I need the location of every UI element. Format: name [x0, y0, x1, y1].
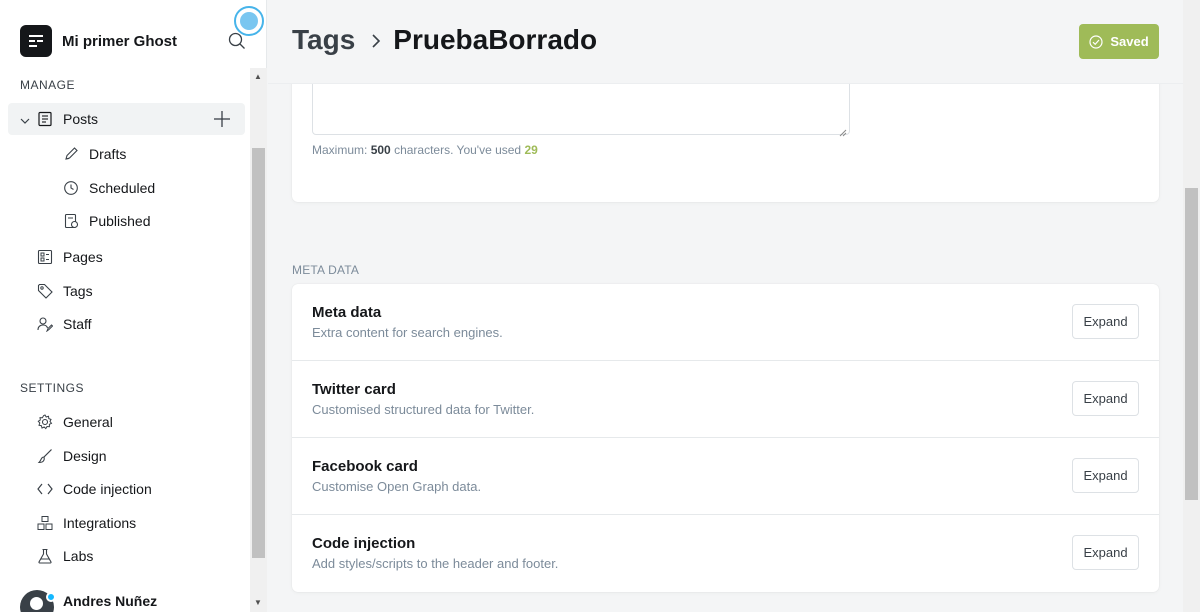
- sidebar-item-label: Pages: [63, 249, 103, 265]
- sidebar-item-label: Scheduled: [89, 180, 156, 196]
- breadcrumb: Tags PruebaBorrado: [292, 24, 597, 56]
- saved-button[interactable]: Saved: [1079, 24, 1159, 59]
- sidebar-item-pages[interactable]: Pages: [8, 241, 245, 273]
- scroll-down-icon[interactable]: ▼: [254, 598, 262, 607]
- expand-button[interactable]: Expand: [1072, 458, 1139, 493]
- meta-row-metadata: Meta data Extra content for search engin…: [292, 284, 1159, 361]
- sidebar-item-integrations[interactable]: Integrations: [8, 507, 245, 539]
- sidebar-item-published[interactable]: Published: [8, 205, 245, 237]
- published-icon: [62, 212, 80, 230]
- sidebar-item-tags[interactable]: Tags: [8, 275, 245, 307]
- add-post-icon[interactable]: [213, 110, 231, 131]
- scroll-up-icon[interactable]: ▲: [254, 72, 262, 81]
- integrations-icon: [36, 514, 54, 532]
- meta-row-code-injection: Code injection Add styles/scripts to the…: [292, 515, 1159, 592]
- sidebar: Mi primer Ghost MANAGE Posts Drafts Sche…: [0, 0, 267, 612]
- sidebar-item-design[interactable]: Design: [8, 440, 245, 472]
- sidebar-item-label: Labs: [63, 548, 94, 564]
- check-circle-icon: [1089, 34, 1103, 49]
- sidebar-item-label: General: [63, 414, 113, 430]
- chevron-right-icon: [369, 33, 383, 48]
- manage-section-title: MANAGE: [20, 78, 76, 92]
- avatar: [20, 590, 56, 612]
- meta-row-twitter: Twitter card Customised structured data …: [292, 361, 1159, 438]
- sidebar-item-label: Design: [63, 448, 107, 464]
- sidebar-item-staff[interactable]: Staff: [8, 308, 245, 340]
- sidebar-item-label: Drafts: [89, 146, 127, 162]
- main-scrollbar[interactable]: [1183, 0, 1200, 612]
- brush-icon: [36, 447, 54, 465]
- resize-grip-icon[interactable]: [839, 124, 847, 137]
- meta-row-facebook: Facebook card Customise Open Graph data.…: [292, 438, 1159, 515]
- page-header: Tags PruebaBorrado Saved: [268, 0, 1183, 84]
- posts-icon: [36, 110, 54, 128]
- breadcrumb-root[interactable]: Tags: [292, 24, 355, 56]
- status-dot: [46, 592, 56, 602]
- sidebar-item-label: Code injection: [63, 481, 152, 497]
- brand[interactable]: Mi primer Ghost: [20, 25, 177, 57]
- tag-icon: [36, 282, 54, 300]
- expand-button[interactable]: Expand: [1072, 381, 1139, 416]
- sidebar-item-label: Posts: [63, 111, 99, 127]
- ghost-logo-icon: [20, 25, 52, 57]
- user-menu[interactable]: Andres Nuñez: [20, 590, 157, 612]
- staff-icon: [36, 315, 54, 333]
- meta-card: Meta data Extra content for search engin…: [292, 284, 1159, 592]
- sidebar-item-posts[interactable]: Posts: [8, 103, 245, 135]
- main-scroll-thumb[interactable]: [1185, 188, 1198, 500]
- code-icon: [36, 480, 54, 498]
- pages-icon: [36, 248, 54, 266]
- pencil-icon: [62, 145, 80, 163]
- sidebar-item-label: Published: [89, 213, 151, 229]
- sidebar-item-label: Staff: [63, 316, 92, 332]
- meta-section-title: META DATA: [292, 263, 360, 277]
- character-counter: Maximum: 500 characters. You've used 29: [312, 143, 538, 157]
- sidebar-item-drafts[interactable]: Drafts: [8, 138, 245, 170]
- sidebar-item-labs[interactable]: Labs: [8, 540, 245, 572]
- sidebar-item-general[interactable]: General: [8, 406, 245, 438]
- main-content: Maximum: 500 characters. You've used 29 …: [268, 0, 1200, 612]
- sidebar-scrollbar[interactable]: ▲ ▼: [250, 68, 267, 612]
- sidebar-item-label: Integrations: [63, 515, 137, 531]
- settings-section-title: SETTINGS: [20, 381, 85, 395]
- gear-icon: [36, 413, 54, 431]
- notification-indicator-icon[interactable]: [234, 6, 264, 36]
- sidebar-content: Mi primer Ghost MANAGE Posts Drafts Sche…: [0, 0, 250, 612]
- chevron-down-icon[interactable]: [20, 113, 30, 129]
- expand-button[interactable]: Expand: [1072, 535, 1139, 570]
- sidebar-scroll-thumb[interactable]: [252, 148, 265, 558]
- clock-icon: [62, 179, 80, 197]
- sidebar-item-scheduled[interactable]: Scheduled: [8, 172, 245, 204]
- site-name: Mi primer Ghost: [62, 32, 178, 50]
- sidebar-item-label: Tags: [63, 283, 93, 299]
- user-name: Andres Nuñez: [63, 593, 158, 609]
- expand-button[interactable]: Expand: [1072, 304, 1139, 339]
- sidebar-item-code-injection[interactable]: Code injection: [8, 473, 245, 505]
- page-title: PruebaBorrado: [393, 24, 598, 55]
- flask-icon: [36, 547, 54, 565]
